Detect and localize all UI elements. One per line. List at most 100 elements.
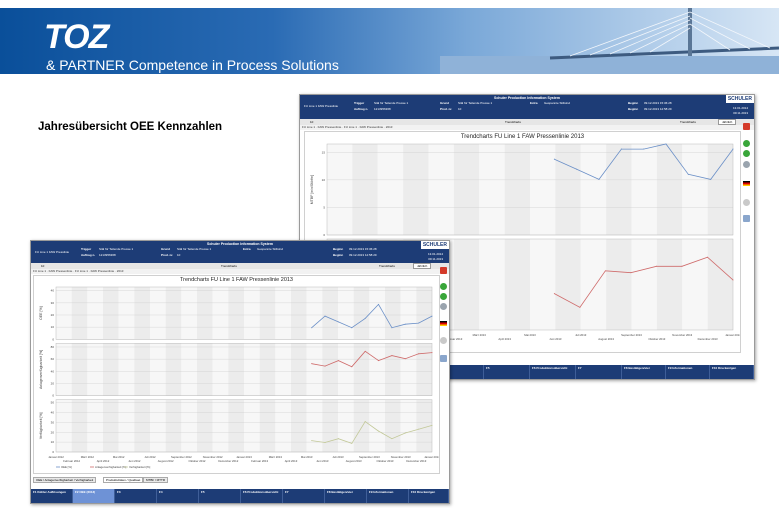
chart-band bbox=[606, 239, 632, 330]
chart-band bbox=[416, 287, 432, 340]
chart-band bbox=[322, 287, 338, 340]
y-tick-label: 15 bbox=[322, 150, 326, 154]
y-tick-label: 10 bbox=[51, 325, 55, 329]
data-point bbox=[665, 143, 667, 145]
tool-icon[interactable] bbox=[440, 337, 447, 344]
export-icon[interactable] bbox=[440, 355, 447, 362]
function-key-f5[interactable]: F5 bbox=[199, 489, 241, 503]
data-point bbox=[418, 353, 420, 355]
function-key-f8[interactable]: F8 Bestätigen/ster bbox=[325, 489, 367, 503]
function-key-f3[interactable]: F3 bbox=[115, 489, 157, 503]
chart-band bbox=[656, 144, 683, 235]
auftrag-label: Auftrag n. bbox=[354, 107, 369, 111]
german-flag-icon[interactable] bbox=[440, 321, 447, 326]
function-key-f8[interactable]: F8 Bestätigen/ster bbox=[622, 365, 666, 379]
y-tick-label: 30 bbox=[51, 420, 55, 424]
export-icon[interactable] bbox=[743, 215, 750, 222]
data-point bbox=[324, 315, 326, 317]
window-tab-oee[interactable]: OEE / Anlagenverfügbarkeit / Verfügbarke… bbox=[33, 477, 97, 483]
chart-band bbox=[656, 239, 683, 330]
chart-band bbox=[338, 399, 354, 452]
arrow-left-icon[interactable] bbox=[743, 140, 750, 147]
function-key-f9[interactable]: F9 Informationen bbox=[367, 489, 409, 503]
chart-band bbox=[259, 287, 276, 340]
tab-trendcharts[interactable]: Trendcharts bbox=[505, 120, 521, 124]
ende-label: Beginn bbox=[333, 253, 344, 257]
chart-band bbox=[165, 343, 182, 396]
tool-icon[interactable] bbox=[743, 199, 750, 206]
function-key-f7[interactable]: F7 bbox=[283, 489, 325, 503]
app-header: Schuler Production Information System FU… bbox=[300, 95, 754, 119]
arrow-right-icon[interactable] bbox=[440, 293, 447, 300]
chart-band bbox=[165, 287, 182, 340]
close-icon[interactable] bbox=[440, 267, 447, 274]
x-tick-label: Januar 2014 bbox=[725, 333, 740, 337]
chart-band bbox=[428, 144, 454, 235]
data-point bbox=[311, 363, 313, 365]
chart-band bbox=[353, 343, 370, 396]
chart-band bbox=[150, 287, 166, 340]
tab-right-label: Trendcharts bbox=[379, 264, 395, 268]
header-banner: TOZ & PARTNER Competence in Process Solu… bbox=[0, 0, 779, 78]
chart-band bbox=[400, 287, 417, 340]
x-tick-label: April 2012 bbox=[97, 459, 110, 463]
data-point bbox=[391, 327, 393, 329]
chart-band bbox=[212, 343, 229, 396]
close-icon[interactable] bbox=[743, 123, 750, 130]
tab-trendcharts[interactable]: Trendcharts bbox=[221, 264, 237, 268]
chart-band bbox=[165, 399, 182, 452]
tab-left[interactable]: 10 bbox=[41, 264, 44, 268]
x-tick-label: Januar 2014 bbox=[424, 455, 439, 459]
chart-band bbox=[322, 343, 338, 396]
data-point bbox=[620, 148, 622, 150]
window-tab-produktivitaet[interactable]: Produktivitäten / Qualitaet bbox=[103, 477, 144, 483]
function-key-f9[interactable]: F9 Informationen bbox=[666, 365, 710, 379]
x-tick-label: Dezember 2012 bbox=[218, 459, 238, 463]
data-point bbox=[643, 148, 645, 150]
data-point bbox=[431, 315, 433, 317]
function-key-f10[interactable]: F10 Drucken/gen bbox=[710, 365, 754, 379]
chart-band bbox=[504, 239, 530, 330]
chart-band bbox=[338, 343, 354, 396]
function-key-f6[interactable]: F6 Produktionsübersicht bbox=[530, 365, 576, 379]
tab-left[interactable]: 10 bbox=[310, 120, 313, 124]
x-tick-label: März 2013 bbox=[473, 333, 487, 337]
header-time: 09:11.2013 bbox=[733, 111, 748, 115]
chart-band bbox=[181, 287, 197, 340]
function-key-f7[interactable]: F7 bbox=[576, 365, 622, 379]
x-tick-label: Juni 2012 bbox=[128, 459, 141, 463]
data-point bbox=[431, 424, 433, 426]
chart-band bbox=[631, 239, 657, 330]
function-key-f10[interactable]: F10 Drucken/gen bbox=[409, 489, 449, 503]
y-axis-label: OEE [%] bbox=[39, 306, 43, 319]
legend-label: Anlagenverfügbarkeit [%] bbox=[95, 465, 126, 469]
function-key-f5[interactable]: F5 bbox=[484, 365, 530, 379]
chart-band bbox=[71, 287, 88, 340]
prod-value: 10 bbox=[177, 253, 181, 257]
window-tab-mtbf[interactable]: MTBF / MTTR bbox=[143, 477, 168, 483]
y-tick-label: 30 bbox=[51, 301, 55, 305]
arrow-left-icon[interactable] bbox=[440, 283, 447, 290]
chart-band bbox=[606, 144, 632, 235]
arrow-right-icon[interactable] bbox=[743, 150, 750, 157]
chart-band bbox=[369, 343, 385, 396]
data-point bbox=[598, 178, 600, 180]
data-point bbox=[553, 293, 555, 295]
data-point bbox=[391, 355, 393, 357]
german-flag-icon[interactable] bbox=[743, 181, 750, 186]
settings-icon[interactable] bbox=[440, 303, 447, 310]
line-name: FU Line 1 FAW Presslinie bbox=[304, 104, 339, 108]
chart-band bbox=[118, 399, 135, 452]
function-key-f4[interactable]: F4 bbox=[157, 489, 199, 503]
beginn-label: Beginn bbox=[628, 101, 639, 105]
chart-band bbox=[453, 239, 480, 330]
settings-icon[interactable] bbox=[743, 161, 750, 168]
header-date: 13.01.2014 bbox=[427, 252, 443, 256]
function-key-f2[interactable]: F2 OEE (2013) bbox=[73, 489, 115, 503]
chart-band bbox=[306, 343, 323, 396]
chart-band bbox=[555, 144, 581, 235]
function-key-f1[interactable]: F1 Kühler Auflösungen bbox=[31, 489, 73, 503]
chart-band bbox=[707, 239, 733, 330]
y-tick-label: 5 bbox=[323, 205, 325, 209]
function-key-f6[interactable]: F6 Produktionsübersicht bbox=[241, 489, 283, 503]
